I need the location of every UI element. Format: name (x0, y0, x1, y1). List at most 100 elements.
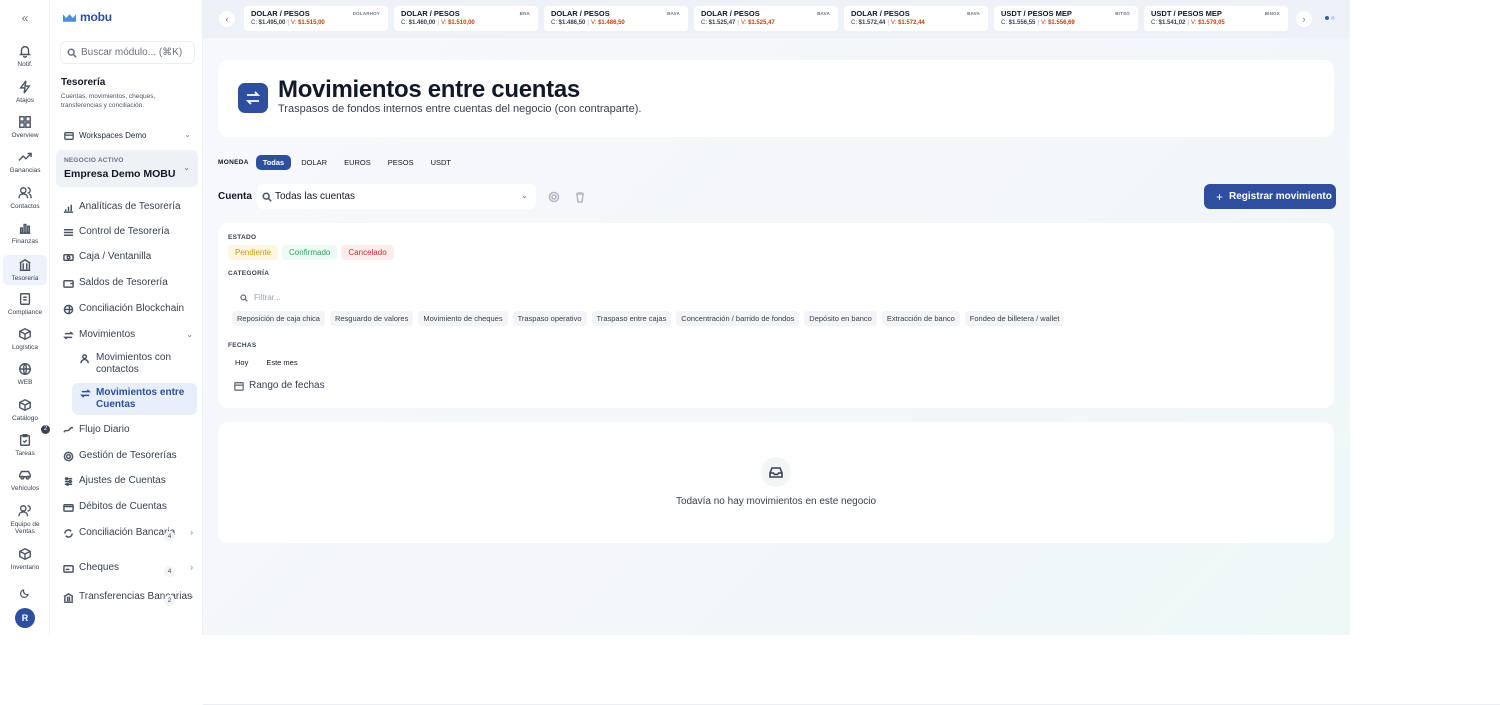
gear-icon (63, 451, 74, 462)
status-chip-pending[interactable]: Pendiente (228, 245, 279, 260)
sidebar-item-caja[interactable]: Caja / Ventanilla (60, 251, 197, 263)
rail-item-overview[interactable]: Overview (3, 115, 47, 147)
ticker-pair: USDT / PESOS MEP (1001, 9, 1072, 18)
rail-item-vehiculos[interactable]: Vehículos (3, 468, 47, 500)
currency-chip-dolar[interactable]: DOLAR (294, 155, 334, 170)
ticker-next-button[interactable]: › (1296, 11, 1312, 27)
category-chip[interactable]: Resguardo de valores (329, 311, 414, 326)
rail-item-tesoreria[interactable]: Tesorería (3, 255, 47, 285)
avatar[interactable]: R (15, 608, 35, 628)
ticker-card[interactable]: DOLAR / PESOS BAVA C: $1.572,44 | V: $1.572,… (844, 6, 988, 31)
currency-chip-usdt[interactable]: USDT (424, 155, 458, 170)
status-filter: Pendiente Confirmado Cancelado (228, 245, 394, 260)
business-selector[interactable]: NEGOCIO ACTIVO Empresa Demo MOBU ⌄ (56, 150, 198, 187)
ticker-card[interactable]: DOLAR / PESOS BAVA C: $1.486,50 | V: $1.486,… (544, 6, 688, 31)
account-delete-button[interactable] (574, 190, 586, 203)
chevron-down-icon: ⌄ (183, 163, 190, 172)
sidebar-item-debitos[interactable]: Débitos de Cuentas (60, 501, 197, 513)
rail-item-ganancias[interactable]: Ganancias (3, 150, 47, 182)
rail-item-compliance[interactable]: Compliance (3, 292, 47, 324)
bank-transfer-icon (63, 592, 74, 603)
sidebar-item-ajustes[interactable]: Ajustes de Cuentas (60, 475, 197, 487)
currency-chip-pesos[interactable]: PESOS (381, 155, 421, 170)
ticker-source: BAVA (667, 11, 680, 16)
ticker-pair: DOLAR / PESOS (401, 9, 460, 18)
ticker-card[interactable]: USDT / PESOS MEP BINGX C: $1.541,02 | V: $1.… (1144, 6, 1288, 31)
category-search-input[interactable]: Filtrar... (230, 289, 1319, 307)
currency-chip-todas[interactable]: Todas (255, 155, 292, 170)
rail-label: Equipo de Ventas (10, 521, 40, 535)
category-chip[interactable]: Fondeo de billetera / wallet (964, 311, 1065, 326)
rail-item-catalogo[interactable]: Catálogo (3, 398, 47, 430)
rail-item-web[interactable]: WEB (3, 362, 47, 394)
ticker-separator: | (437, 20, 439, 26)
category-chip[interactable]: Depósito en banco (804, 311, 877, 326)
ticker-prev-button[interactable]: ‹ (219, 11, 235, 27)
ticker-values: C: $1.495,00 | V: $1.515,00 (251, 20, 325, 26)
rail-item-inventario[interactable]: Inventario (3, 547, 47, 579)
rail-item-equipo-ventas[interactable]: Equipo de Ventas (3, 504, 47, 542)
collapse-icon[interactable]: « (17, 11, 33, 25)
rail-item-tareas[interactable]: Tareas (3, 433, 47, 465)
card-icon (63, 504, 74, 512)
ticker-sell-value: $1.525,47 (748, 20, 775, 26)
account-settings-button[interactable] (548, 190, 560, 203)
date-range-picker[interactable]: Rango de fechas (234, 380, 325, 391)
sidebar-subitem-entre-cuentas[interactable]: Movimientos entre Cuentas (72, 383, 197, 415)
sidebar-item-transferencias[interactable]: Transferencias Bancarias 2 › (60, 591, 197, 606)
transfer-icon (63, 331, 74, 340)
contacts-icon (18, 187, 32, 199)
category-chip[interactable]: Movimiento de cheques (418, 311, 508, 326)
sidebar-item-conciliacion[interactable]: Conciliación Bancaria 4 › (60, 527, 197, 542)
sidebar-item-label: Transferencias Bancarias (79, 591, 193, 602)
rail-label: Finanzas (11, 238, 39, 245)
sidebar-subitem-contactos[interactable]: Movimientos con contactos (72, 348, 197, 380)
moon-icon[interactable] (19, 587, 31, 599)
ticker-card[interactable]: USDT / PESOS MEP BITSO C: $1.556,55 | V: $1.… (994, 6, 1138, 31)
rail-item-atajos[interactable]: Atajos (3, 80, 47, 112)
logo[interactable]: mobu (62, 9, 112, 25)
rail-item-finanzas[interactable]: Finanzas (3, 221, 47, 253)
inventory-icon (19, 547, 31, 561)
category-chip[interactable]: Reposición de caja chica (232, 311, 325, 326)
header-icon (238, 83, 268, 113)
ticker-card[interactable]: DOLAR / PESOS BAVA C: $1.525,47 | V: $1.525,… (694, 6, 838, 31)
status-chip-confirmed[interactable]: Confirmado (282, 245, 338, 260)
currency-chip-euros[interactable]: EUROS (337, 155, 378, 170)
date-chip-this-month[interactable]: Este mes (259, 355, 305, 370)
register-movement-button[interactable]: + Registrar movimiento (1204, 184, 1336, 209)
category-chip[interactable]: Concentración / barrido de fondos (676, 311, 800, 326)
ticker-sell-label: V: (890, 20, 897, 26)
module-search[interactable]: Buscar módulo... (⌘K) (60, 41, 195, 64)
ticker-separator: | (887, 20, 889, 26)
category-chip[interactable]: Traspaso operativo (512, 311, 587, 326)
sidebar-item-blockchain[interactable]: Conciliación Blockchain (60, 303, 197, 315)
sidebar-item-flujo[interactable]: Flujo Diario (60, 424, 197, 436)
sidebar-item-label: Cheques (79, 562, 120, 573)
sidebar-item-analiticas[interactable]: Analíticas de Tesorería (60, 201, 197, 213)
ticker-card[interactable]: DOLAR / PESOS BNA C: $1.460,00 | V: $1.510,0… (394, 6, 538, 31)
ticker-sell-value: $1.515,00 (298, 20, 325, 26)
ticker-sell-value: $1.486,50 (598, 20, 625, 26)
status-chip-cancelled[interactable]: Cancelado (341, 245, 394, 260)
date-chip-today[interactable]: Hoy (228, 355, 256, 370)
ticker-buy-value: $1.556,55 (1008, 20, 1036, 26)
sidebar-item-movimientos[interactable]: Movimientos ⌄ (60, 329, 197, 341)
workspace-selector[interactable]: Workspaces Demo ⌄ (60, 127, 195, 144)
category-chip[interactable]: Extracción de banco (881, 311, 960, 326)
ticker-pagination[interactable] (1325, 16, 1335, 20)
rail-item-contactos[interactable]: Contactos (3, 186, 47, 218)
rail-item-notif[interactable]: Notif. (3, 44, 47, 76)
sidebar-item-label: Caja / Ventanilla (79, 251, 152, 262)
sidebar-item-saldos[interactable]: Saldos de Tesorería (60, 277, 197, 289)
sidebar-item-cheques[interactable]: Cheques 4 › (60, 562, 197, 577)
sidebar-item-gestion[interactable]: Gestión de Tesorerías (60, 450, 197, 462)
account-select[interactable]: Todas las cuentas ⌄ (257, 184, 536, 209)
category-chip[interactable]: Traspaso entre cajas (591, 311, 672, 326)
ticker-card[interactable]: DOLAR / PESOS DÓLARHOY C: $1.495,00 | V: $1.… (244, 6, 388, 31)
sidebar-item-control[interactable]: Control de Tesorería (60, 226, 197, 238)
empty-icon-wrap (761, 457, 791, 487)
exchange-ticker: ‹ DOLAR / PESOS DÓLARHOY C: $1.495,00 | V: $… (203, 0, 1350, 38)
overview-icon (19, 116, 31, 128)
rail-item-logistica[interactable]: Logística (3, 327, 47, 359)
